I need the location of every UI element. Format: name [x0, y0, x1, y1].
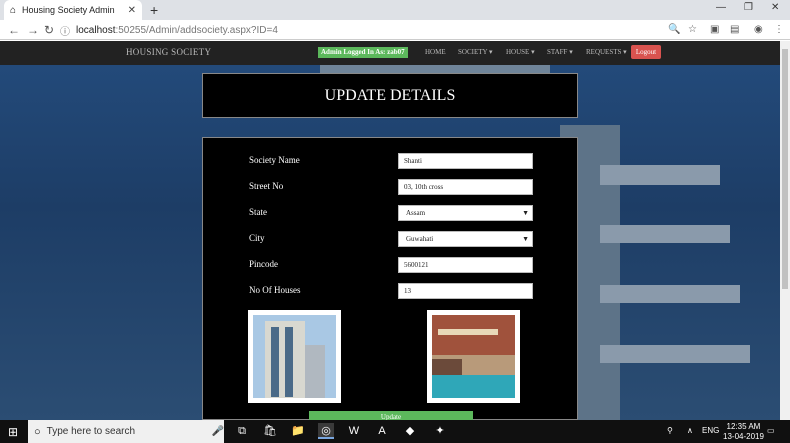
nav-home[interactable]: HOME	[425, 48, 446, 56]
notifications-icon[interactable]: ▭	[767, 426, 775, 435]
street-no-label: Street No	[249, 181, 284, 191]
file-explorer-icon[interactable]: 📁	[290, 423, 306, 439]
taskbar-search-placeholder: Type here to search	[46, 426, 136, 437]
pdf-extension-icon[interactable]: ▤	[730, 24, 739, 35]
site-navbar: HOUSING SOCIETY Admin Logged In As: zab0…	[0, 41, 780, 65]
chevron-down-icon: ▼	[522, 235, 529, 243]
app-icon[interactable]: ✦	[432, 423, 448, 439]
state-label: State	[249, 207, 267, 217]
clock-time: 12:35 AM	[726, 422, 761, 431]
page-header-panel: UPDATE DETAILS	[202, 73, 578, 118]
state-select[interactable]: Assam ▼	[398, 205, 533, 221]
chevron-down-icon: ▼	[522, 209, 529, 217]
tray-chevron-up-icon[interactable]: ∧	[687, 426, 693, 435]
profile-icon[interactable]: ◉	[754, 24, 763, 35]
update-form-panel: Society Name Shanti Street No 03, 10th c…	[202, 137, 578, 423]
taskbar-clock[interactable]: 12:35 AM 13-04-2019	[723, 422, 764, 442]
windows-start-icon[interactable]: ⊞	[8, 425, 18, 439]
society-name-label: Society Name	[249, 155, 300, 165]
clock-date: 13-04-2019	[723, 432, 764, 441]
url-host: localhost	[76, 24, 116, 36]
forward-icon[interactable]: →	[27, 23, 39, 37]
browser-tab-strip: ⌂ Housing Society Admin ✕ + — ❐ ✕	[0, 0, 790, 20]
site-brand[interactable]: HOUSING SOCIETY	[126, 47, 211, 57]
pincode-label: Pincode	[249, 259, 278, 269]
language-indicator[interactable]: ENG	[702, 426, 719, 435]
people-icon[interactable]: ⚲	[667, 426, 673, 435]
maximize-icon[interactable]: ❐	[744, 2, 753, 13]
bookmark-star-icon[interactable]: ☆	[688, 24, 697, 35]
acrobat-icon[interactable]: A	[374, 423, 390, 439]
url-path: :50255/Admin/addsociety.aspx?ID=4	[115, 24, 278, 36]
zoom-icon[interactable]: 🔍	[668, 24, 680, 35]
scrollbar-thumb[interactable]	[782, 49, 788, 289]
city-select[interactable]: Guwahati ▼	[398, 231, 533, 247]
chrome-icon[interactable]: ◎	[318, 423, 334, 439]
taskbar-search-box[interactable]: ○ Type here to search 🎤	[28, 420, 224, 443]
nav-requests[interactable]: REQUESTS ▾	[586, 48, 627, 56]
nav-society[interactable]: SOCIETY ▾	[458, 48, 493, 56]
page-title: UPDATE DETAILS	[324, 86, 456, 104]
houses-input[interactable]: 13	[398, 283, 533, 299]
street-no-input[interactable]: 03, 10th cross	[398, 179, 533, 195]
tab-title: Housing Society Admin	[22, 5, 115, 15]
search-icon: ○	[34, 425, 41, 438]
nav-house[interactable]: HOUSE ▾	[506, 48, 535, 56]
minimize-icon[interactable]: —	[716, 2, 726, 13]
extension-icon[interactable]: ▣	[710, 24, 719, 35]
microphone-icon[interactable]: 🎤	[212, 426, 224, 437]
city-selected-value: Guwahati	[406, 235, 434, 243]
home-favicon-icon: ⌂	[10, 4, 17, 16]
society-photo-1[interactable]	[248, 310, 341, 403]
reload-icon[interactable]: ↻	[44, 23, 54, 37]
nav-staff[interactable]: STAFF ▾	[547, 48, 573, 56]
society-name-input[interactable]: Shanti	[398, 153, 533, 169]
window-close-icon[interactable]: ✕	[771, 2, 779, 13]
windows-taskbar: ⊞ ○ Type here to search 🎤 ⧉ 🛍 📁 ◎ W A ◆ …	[0, 420, 790, 443]
new-tab-button[interactable]: +	[150, 2, 158, 18]
page-scrollbar[interactable]	[780, 41, 790, 420]
browser-tab[interactable]: ⌂ Housing Society Admin ✕	[4, 0, 142, 20]
state-selected-value: Assam	[406, 209, 426, 217]
houses-label: No Of Houses	[249, 285, 301, 295]
store-icon[interactable]: 🛍	[262, 423, 278, 439]
back-icon[interactable]: ←	[8, 23, 20, 37]
city-label: City	[249, 233, 265, 243]
word-icon[interactable]: W	[346, 423, 362, 439]
logged-in-badge: Admin Logged In As: zab07	[318, 47, 408, 58]
society-photo-2[interactable]	[427, 310, 520, 403]
pincode-input[interactable]: 5600121	[398, 257, 533, 273]
info-icon[interactable]: ⓘ	[60, 23, 70, 38]
visual-studio-icon[interactable]: ◆	[402, 423, 418, 439]
logout-button[interactable]: Logout	[631, 45, 661, 59]
url-field[interactable]: ⓘ localhost:50255/Admin/addsociety.aspx?…	[60, 22, 690, 38]
menu-kebab-icon[interactable]: ⋮	[774, 24, 784, 35]
task-view-icon[interactable]: ⧉	[234, 423, 250, 439]
address-bar: ← → ↻ ⓘ localhost:50255/Admin/addsociety…	[0, 20, 790, 40]
tab-close-icon[interactable]: ✕	[128, 5, 136, 16]
